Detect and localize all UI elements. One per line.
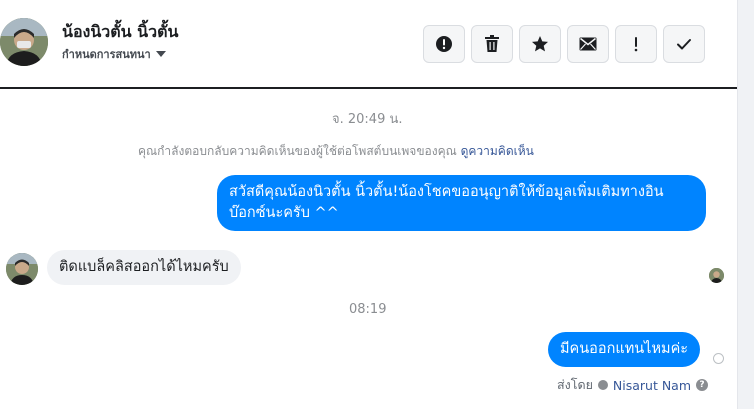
trash-icon bbox=[485, 35, 499, 52]
caret-down-icon bbox=[155, 51, 166, 57]
view-comment-link[interactable]: ดูความคิดเห็น bbox=[461, 144, 534, 158]
outgoing-message[interactable]: มีคนออกแทนไหมค่ะ bbox=[548, 332, 701, 367]
envelope-icon bbox=[579, 37, 597, 51]
message-timestamp: จ. 20:49 น. bbox=[332, 112, 403, 127]
outgoing-message[interactable]: สวัสดีคุณน้องนิวตั้น นิ้วตั้น!น้องโชคขออ… bbox=[217, 175, 706, 231]
exclamation-circle-icon bbox=[436, 36, 452, 52]
mark-unread-button[interactable] bbox=[567, 25, 609, 63]
check-icon bbox=[677, 39, 691, 50]
sender-avatar[interactable] bbox=[6, 253, 38, 285]
contact-avatar[interactable] bbox=[0, 18, 48, 66]
conversation-header: น้องนิวตั้น นิ้วตั้น กำหนดการสนทนา bbox=[0, 0, 737, 89]
conversation-settings-dropdown[interactable]: กำหนดการสนทนา bbox=[62, 45, 166, 63]
report-button[interactable] bbox=[423, 25, 465, 63]
scrollbar[interactable] bbox=[737, 0, 754, 409]
sent-status-icon bbox=[713, 353, 724, 364]
help-icon[interactable]: ? bbox=[696, 379, 709, 391]
important-button[interactable] bbox=[615, 25, 657, 63]
delete-button[interactable] bbox=[471, 25, 513, 63]
message-timestamp: 08:19 bbox=[349, 302, 387, 317]
star-button[interactable] bbox=[519, 25, 561, 63]
conversation-settings-label: กำหนดการสนทนา bbox=[62, 48, 151, 61]
mark-done-button[interactable] bbox=[663, 25, 705, 63]
seen-avatar bbox=[709, 268, 724, 283]
incoming-message[interactable]: ติดแบล็คลิสออกได้ไหมครับ bbox=[47, 250, 241, 285]
star-icon bbox=[532, 36, 548, 52]
sent-by-info: ส่งโดย Nisarut Nam ? bbox=[557, 375, 709, 395]
verified-icon bbox=[597, 380, 608, 390]
reply-notice-text: คุณกำลังตอบกลับความคิดเห็นของผู้ใช้ต่อโพ… bbox=[138, 144, 457, 158]
contact-name[interactable]: น้องนิวตั้น นิ้วตั้น bbox=[62, 20, 178, 45]
sent-by-name[interactable]: Nisarut Nam bbox=[613, 378, 691, 393]
sent-by-label: ส่งโดย bbox=[557, 377, 593, 392]
exclamation-icon bbox=[634, 37, 638, 52]
reply-notice: คุณกำลังตอบกลับความคิดเห็นของผู้ใช้ต่อโพ… bbox=[138, 142, 534, 161]
